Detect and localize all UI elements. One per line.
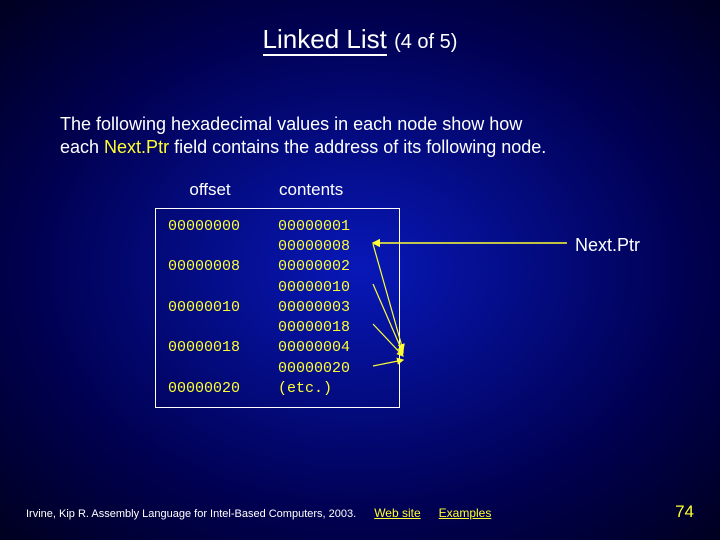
table-row: 00000008 — [168, 237, 387, 257]
title-main: Linked List — [263, 24, 387, 56]
slide-footer: Irvine, Kip R. Assembly Language for Int… — [0, 502, 720, 522]
citation: Irvine, Kip R. Assembly Language for Int… — [26, 508, 356, 520]
body-line2a: each — [60, 137, 104, 157]
table-row: 00000020 — [168, 359, 387, 379]
table-row: 00000020(etc.) — [168, 379, 387, 399]
nextptr-term: Next.Ptr — [104, 137, 169, 157]
link-web-site[interactable]: Web site — [374, 506, 420, 520]
link-examples[interactable]: Examples — [439, 506, 492, 520]
page-number: 74 — [675, 502, 694, 522]
header-contents: contents — [265, 180, 365, 200]
title-sub: (4 of 5) — [394, 31, 457, 53]
data-box: 0000000000000001 00000008 00000008000000… — [155, 208, 400, 408]
table-row: 0000000000000001 — [168, 217, 387, 237]
memory-dump-table: offset contents 0000000000000001 0000000… — [155, 180, 575, 408]
footer-links: Web site Examples — [374, 506, 491, 520]
nextptr-label: Next.Ptr — [575, 235, 640, 256]
table-row: 00000018 — [168, 318, 387, 338]
table-row: 0000000800000002 — [168, 257, 387, 277]
header-offset: offset — [155, 180, 265, 200]
body-line2b: field contains the address of its follow… — [169, 137, 546, 157]
column-headers: offset contents — [155, 180, 575, 200]
slide-title: Linked List (4 of 5) — [0, 0, 720, 55]
table-row: 00000010 — [168, 278, 387, 298]
body-line1: The following hexadecimal values in each… — [60, 114, 522, 134]
table-row: 0000001800000004 — [168, 338, 387, 358]
body-paragraph: The following hexadecimal values in each… — [60, 113, 660, 160]
table-row: 0000001000000003 — [168, 298, 387, 318]
